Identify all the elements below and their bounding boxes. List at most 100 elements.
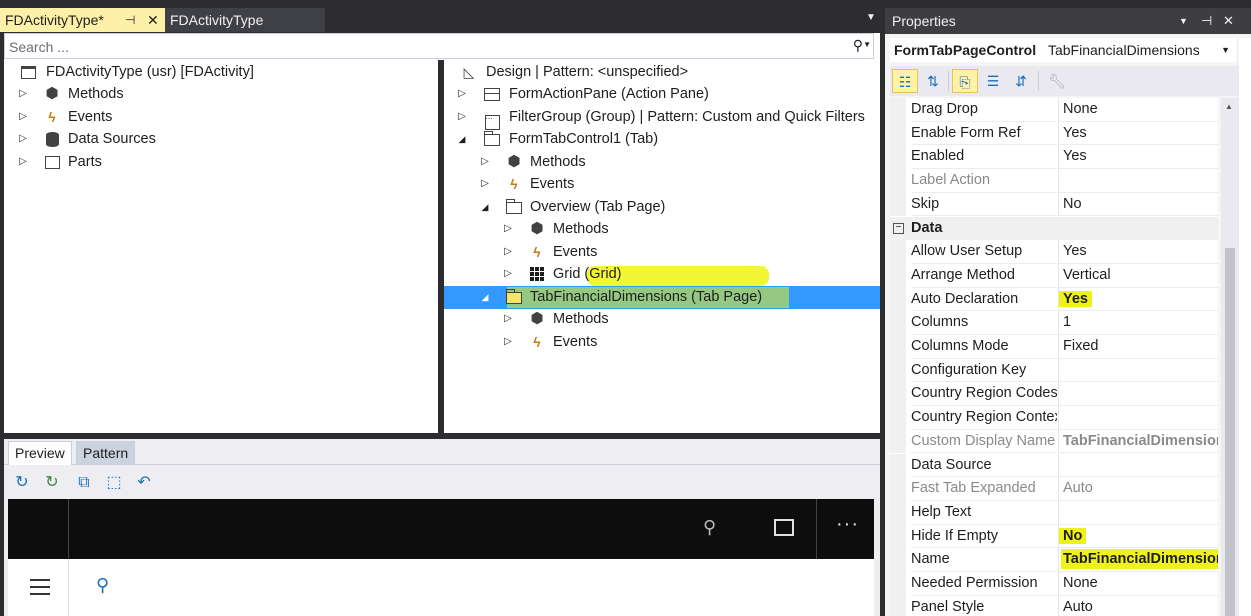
tab-fdactivitytype[interactable]: FDActivityType xyxy=(165,8,325,32)
refresh-icon[interactable]: ↻ xyxy=(12,473,32,493)
property-row[interactable]: Fast Tab Expanded Auto xyxy=(890,477,1218,501)
filter-group-icon: ⋯ xyxy=(483,106,501,130)
undo-icon[interactable]: ↶ xyxy=(134,473,154,493)
property-row[interactable]: Enable Form Ref Yes xyxy=(890,121,1218,146)
pop-out-icon[interactable]: ⧉ xyxy=(74,473,94,493)
expand-arrow-icon[interactable]: ▷ xyxy=(456,106,468,128)
property-row[interactable]: Drag Drop None xyxy=(890,98,1218,122)
expand-arrow-icon[interactable]: ▷ xyxy=(502,263,514,285)
expand-arrow-icon[interactable]: ▷ xyxy=(17,106,29,128)
pin-icon[interactable]: ⊣ xyxy=(1201,8,1212,34)
property-row[interactable]: Enabled Yes xyxy=(890,145,1218,170)
expand-arrow-icon[interactable]: ▷ xyxy=(502,308,514,330)
collapse-arrow-icon[interactable]: ◢ xyxy=(479,286,491,308)
hamburger-menu-icon[interactable] xyxy=(30,579,50,600)
property-value[interactable]: Yes xyxy=(1058,145,1218,170)
property-row[interactable]: Help Text xyxy=(890,500,1218,525)
property-value[interactable]: Auto xyxy=(1058,595,1218,616)
expand-arrow-icon[interactable]: ▷ xyxy=(479,151,491,173)
property-row[interactable]: Name TabFinancialDimension xyxy=(890,548,1218,572)
tree-item-label: FormTabControl1 (Tab) xyxy=(509,131,659,147)
collapse-icon[interactable]: − xyxy=(893,222,904,234)
property-row[interactable]: Hide If Empty No xyxy=(890,524,1218,549)
property-value[interactable]: Yes xyxy=(1058,287,1218,312)
property-value[interactable] xyxy=(1058,453,1218,478)
sort-icon[interactable]: ⇵ xyxy=(1008,69,1034,93)
property-row[interactable]: Auto Declaration Yes xyxy=(890,287,1218,312)
property-value[interactable]: TabFinancialDimension xyxy=(1058,548,1218,572)
property-value[interactable]: Vertical xyxy=(1058,263,1218,288)
tab-overflow-dropdown-icon[interactable]: ▼ xyxy=(866,12,876,23)
search-icon[interactable]: ⚲ xyxy=(703,517,716,538)
property-row[interactable]: Label Action xyxy=(890,169,1218,193)
categorized-icon[interactable]: ☷ xyxy=(892,69,918,93)
tab-fdactivitytype-modified[interactable]: FDActivityType* ⊣ ✕ xyxy=(0,8,165,32)
events-view-icon[interactable]: ☰ xyxy=(980,69,1006,93)
scrollbar-thumb[interactable] xyxy=(1225,248,1235,616)
expand-arrow-icon[interactable]: ▷ xyxy=(502,218,514,240)
properties-view-icon[interactable]: ⎘ xyxy=(952,69,978,93)
expand-arrow-icon[interactable]: ▷ xyxy=(456,83,468,105)
chevron-down-icon[interactable]: ▼ xyxy=(863,40,871,49)
expand-arrow-icon[interactable]: ▷ xyxy=(17,128,29,150)
property-row[interactable]: Columns Mode Fixed xyxy=(890,335,1218,359)
close-icon[interactable]: ✕ xyxy=(1223,8,1234,34)
property-row[interactable]: Country Region Codes xyxy=(890,382,1218,407)
property-row[interactable]: Skip No xyxy=(890,192,1218,217)
property-value[interactable]: 1 xyxy=(1058,311,1218,335)
property-value[interactable] xyxy=(1058,382,1218,407)
property-value[interactable]: Yes xyxy=(1058,121,1218,146)
property-row[interactable]: Country Region Context xyxy=(890,406,1218,430)
property-value[interactable] xyxy=(1058,358,1218,383)
chevron-down-icon[interactable]: ▼ xyxy=(1221,38,1230,62)
expand-arrow-icon[interactable]: ▷ xyxy=(479,173,491,195)
property-row[interactable]: Configuration Key xyxy=(890,358,1218,383)
property-value[interactable] xyxy=(1058,169,1218,193)
expand-arrow-icon[interactable]: ▷ xyxy=(17,83,29,105)
scroll-up-icon[interactable]: ▲ xyxy=(1225,102,1233,111)
property-value[interactable]: Auto xyxy=(1058,477,1218,501)
search-icon[interactable]: ⚲ xyxy=(853,37,863,54)
expand-arrow-icon[interactable]: ▷ xyxy=(502,241,514,263)
tab-preview[interactable]: Preview xyxy=(8,441,72,465)
property-value[interactable]: None xyxy=(1058,572,1218,596)
dropdown-icon[interactable]: ▼ xyxy=(1179,8,1188,34)
collapse-arrow-icon[interactable]: ◢ xyxy=(456,128,468,150)
property-value[interactable]: No xyxy=(1058,192,1218,217)
property-row[interactable]: Needed Permission None xyxy=(890,572,1218,596)
more-icon[interactable]: ··· xyxy=(836,513,859,536)
search-input[interactable] xyxy=(9,37,829,57)
property-value[interactable]: Yes xyxy=(1058,240,1218,264)
alphabetical-icon[interactable]: ⇅ xyxy=(920,69,946,93)
export-icon[interactable]: ⬚ xyxy=(104,473,124,493)
property-name: Enabled xyxy=(911,145,1057,170)
pin-icon[interactable]: ⊣ xyxy=(125,8,135,32)
chat-icon[interactable] xyxy=(774,519,794,536)
property-grid-scrollbar[interactable]: ▲ xyxy=(1221,98,1239,616)
tree-item-label: Events xyxy=(530,176,575,192)
tab-pattern[interactable]: Pattern xyxy=(76,441,136,465)
property-row[interactable]: Allow User Setup Yes xyxy=(890,240,1218,264)
search-icon[interactable]: ⚲ xyxy=(96,575,109,596)
form-designer: ⚲ ▼ FDActivityType (usr) [FDActivity] ▷ … xyxy=(4,33,880,616)
expand-arrow-icon[interactable]: ▷ xyxy=(17,151,29,173)
expand-arrow-icon[interactable]: ▷ xyxy=(502,331,514,353)
wrench-icon[interactable]: 🔧︎ xyxy=(1044,69,1070,93)
action-pane-icon xyxy=(483,83,501,105)
property-row[interactable]: Panel Style Auto xyxy=(890,595,1218,616)
property-row[interactable]: Data Source xyxy=(890,453,1218,478)
property-value[interactable]: Fixed xyxy=(1058,335,1218,359)
close-icon[interactable]: ✕ xyxy=(147,8,159,32)
collapse-arrow-icon[interactable]: ◢ xyxy=(479,196,491,218)
property-value[interactable] xyxy=(1058,406,1218,430)
property-category-data[interactable]: − Data xyxy=(890,216,1218,241)
property-value[interactable]: None xyxy=(1058,98,1218,122)
property-value[interactable]: No xyxy=(1058,524,1218,549)
property-row[interactable]: Arrange Method Vertical xyxy=(890,263,1218,288)
object-selector[interactable]: FormTabPageControl TabFinancialDimension… xyxy=(890,38,1236,62)
property-row[interactable]: Custom Display Name TabFinancialDimension xyxy=(890,429,1218,454)
property-row[interactable]: Columns 1 xyxy=(890,311,1218,335)
property-value[interactable] xyxy=(1058,500,1218,525)
auto-refresh-icon[interactable]: ↻ xyxy=(42,473,62,493)
property-value[interactable]: TabFinancialDimension xyxy=(1058,429,1218,454)
